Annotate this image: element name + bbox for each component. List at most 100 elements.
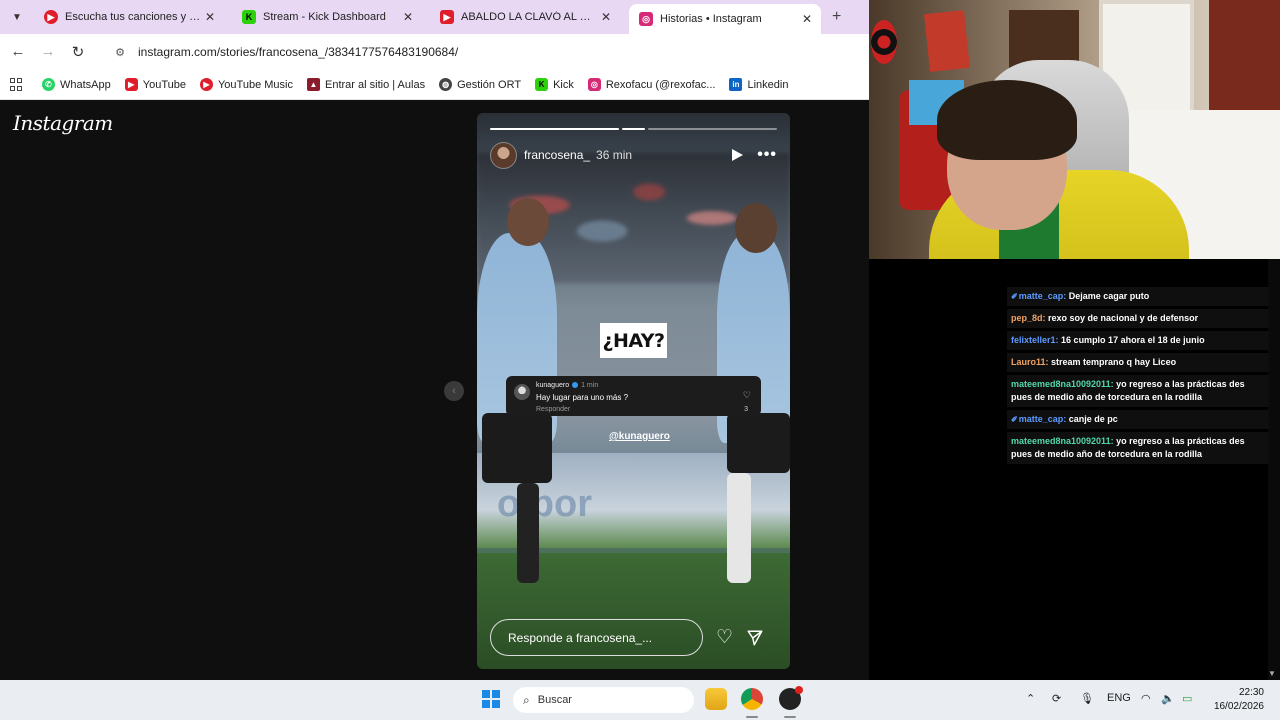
previous-story-arrow-icon[interactable]: ‹	[444, 381, 464, 401]
story-text-sticker: ¿HAY?	[600, 323, 667, 358]
chat-username: matte_cap:	[1018, 291, 1067, 301]
address-bar[interactable]: ⚙ instagram.com/stories/francosena_/3834…	[102, 39, 862, 65]
webcam-poster	[924, 10, 970, 72]
youtube-music-favicon-icon: ▶	[44, 10, 58, 24]
chat-username: matte_cap:	[1018, 414, 1067, 424]
youtube-favicon-icon: ▶	[440, 10, 454, 24]
chat-text: stream temprano q hay Liceo	[1051, 357, 1177, 367]
avatar[interactable]	[490, 141, 517, 169]
new-tab-plus-icon[interactable]: +	[832, 8, 841, 26]
tab-instagram-stories[interactable]: ◎ Historias • Instagram ✕	[629, 4, 821, 34]
bookmark-label: Rexofacu (@rexofac...	[605, 78, 716, 91]
send-icon[interactable]	[745, 628, 765, 648]
browser-toolbar: ← → ↻ ⚙ instagram.com/stories/francosena…	[0, 34, 869, 70]
chat-message: ✐matte_cap: canje de pc	[1007, 410, 1269, 429]
wifi-icon[interactable]: ◠	[1141, 692, 1151, 705]
forward-arrow-icon[interactable]: →	[39, 43, 57, 60]
taskbar-clock[interactable]: 22:30 16/02/2026	[1206, 686, 1264, 714]
comment-avatar	[514, 384, 530, 400]
player-left-head	[507, 198, 549, 246]
more-options-icon[interactable]: •••	[757, 146, 777, 164]
comment-sticker[interactable]: kunaguero 1 min Hay lugar para uno más ? …	[506, 376, 761, 416]
chat-text: 16 cumplo 17 ahora el 18 de junio	[1061, 335, 1205, 345]
close-tab-icon[interactable]: ✕	[799, 12, 815, 26]
bookmark-label: WhatsApp	[60, 78, 111, 91]
story-progress-segment	[490, 128, 619, 130]
tab-search-menu-icon[interactable]: ▼	[7, 7, 27, 27]
close-tab-icon[interactable]: ✕	[400, 10, 416, 24]
chat-username: Lauro11:	[1011, 357, 1049, 367]
obs-icon[interactable]	[779, 686, 803, 710]
chat-message: mateemed8na10092011: yo regreso a las pr…	[1007, 432, 1269, 464]
tab-label: Historias • Instagram	[660, 13, 762, 25]
bookmark-aulas[interactable]: ▲ Entrar al sitio | Aulas	[307, 78, 425, 91]
tab-youtube-music[interactable]: ▶ Escucha tus canciones y álbume ✕	[34, 4, 224, 30]
close-tab-icon[interactable]: ✕	[202, 10, 218, 24]
mention-sticker[interactable]: @kunaguero	[609, 431, 670, 442]
pin-icon: ✐	[1011, 292, 1018, 301]
story-username[interactable]: francosena_	[524, 148, 590, 162]
player-left-shorts	[482, 413, 552, 483]
bookmark-linkedin[interactable]: in Linkedin	[729, 78, 788, 91]
tab-youtube-video[interactable]: ▶ ABALDO LA CLAVÓ AL OTRO P ✕	[430, 4, 620, 30]
tab-kick-dashboard[interactable]: K Stream - Kick Dashboard ✕	[232, 4, 422, 30]
bookmark-youtube-music[interactable]: ▶ YouTube Music	[199, 78, 293, 91]
stream-chat: ✐matte_cap: Dejame cagar puto pep_8d: re…	[1007, 287, 1269, 467]
webcam-streamer-hair	[937, 80, 1077, 160]
taskbar-search[interactable]: ⌕ Buscar	[513, 687, 694, 713]
webcam-dartboard	[871, 20, 897, 64]
like-heart-icon[interactable]: ♡	[716, 626, 733, 649]
apps-grid-icon[interactable]	[10, 77, 24, 92]
close-tab-icon[interactable]: ✕	[598, 10, 614, 24]
instagram-icon: ◎	[587, 78, 601, 91]
instagram-favicon-icon: ◎	[639, 12, 653, 26]
windows-start-icon[interactable]	[482, 690, 500, 708]
pin-icon: ✐	[1011, 415, 1018, 424]
instagram-logo[interactable]: Instagram	[13, 111, 113, 135]
comment-like-count: 3	[744, 406, 748, 413]
tray-overflow-chevron-icon[interactable]: ⌃	[1026, 692, 1035, 705]
bookmark-youtube[interactable]: ▶ YouTube	[124, 78, 186, 91]
chat-message: Lauro11: stream temprano q hay Liceo	[1007, 353, 1269, 372]
youtube-music-icon: ▶	[199, 78, 213, 91]
bookmark-label: Entrar al sitio | Aulas	[325, 78, 426, 91]
graduation-cap-icon: ▲	[307, 78, 320, 91]
microphone-icon[interactable]: 🎙	[1080, 692, 1094, 705]
chat-scrollbar[interactable]	[1268, 259, 1280, 680]
language-indicator[interactable]: ENG	[1107, 692, 1131, 704]
chat-text: rexo soy de nacional y de defensor	[1048, 313, 1199, 323]
chat-message: mateemed8na10092011: yo regreso a las pr…	[1007, 375, 1269, 407]
clock-date: 16/02/2026	[1213, 701, 1264, 712]
bookmark-kick[interactable]: K Kick	[535, 78, 574, 91]
back-arrow-icon[interactable]: ←	[9, 43, 27, 60]
story-reply-row: Responde a francosena_... ♡	[490, 619, 777, 656]
reply-input[interactable]: Responde a francosena_...	[490, 619, 703, 656]
bookmark-whatsapp[interactable]: ✆ WhatsApp	[42, 78, 111, 91]
comment-heart-icon: ♡	[742, 390, 751, 400]
battery-icon[interactable]: ▭	[1182, 692, 1192, 705]
reload-icon[interactable]: ↻	[69, 43, 87, 61]
play-icon[interactable]	[732, 149, 744, 161]
bookmark-label: Kick	[553, 78, 574, 91]
scroll-down-arrow-icon[interactable]: ▼	[1268, 669, 1276, 678]
chrome-icon[interactable]	[741, 688, 763, 710]
bookmarks-bar: ✆ WhatsApp ▶ YouTube ▶ YouTube Music ▲ Entra…	[0, 70, 869, 100]
bookmark-gestion-ort[interactable]: ◍ Gestión ORT	[439, 78, 521, 91]
chat-username: felixteller1:	[1011, 335, 1059, 345]
volume-icon[interactable]: 🔈	[1161, 692, 1175, 705]
story-viewer[interactable]: o por francosena_ 36 min ••• ¿HAY? kunag…	[477, 113, 790, 669]
whatsapp-icon: ✆	[42, 78, 55, 91]
site-info-icon[interactable]: ⚙	[110, 46, 130, 59]
chat-message: felixteller1: 16 cumplo 17 ahora el 18 d…	[1007, 331, 1269, 350]
story-progress-segment	[648, 128, 778, 130]
file-explorer-icon[interactable]	[705, 688, 727, 710]
comment-header: kunaguero 1 min	[536, 382, 598, 389]
bookmark-rexofacu[interactable]: ◎ Rexofacu (@rexofac...	[587, 78, 716, 91]
chat-text: Dejame cagar puto	[1068, 291, 1150, 301]
browser-window: ▼ ▶ Escucha tus canciones y álbume ✕ K S…	[0, 0, 869, 680]
globe-icon: ◍	[439, 78, 453, 91]
sync-icon[interactable]: ⟳	[1052, 692, 1061, 705]
kick-favicon-icon: K	[242, 10, 256, 24]
clock-time: 22:30	[1238, 687, 1264, 698]
search-placeholder: Buscar	[537, 694, 572, 706]
